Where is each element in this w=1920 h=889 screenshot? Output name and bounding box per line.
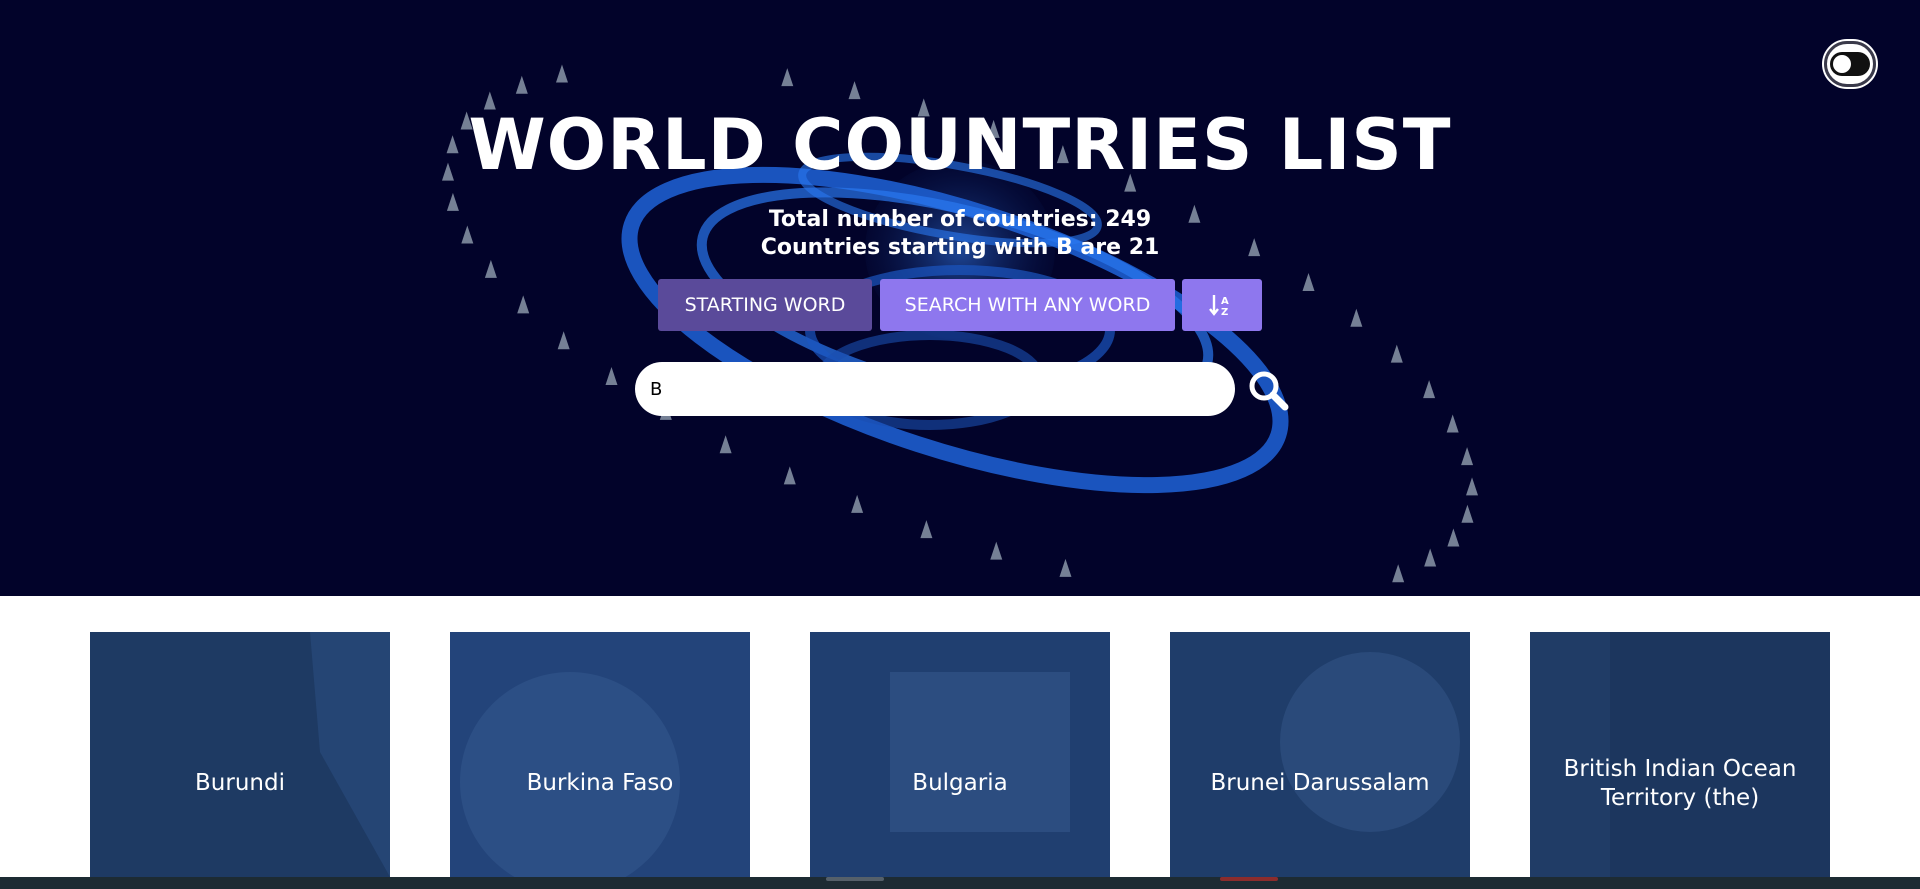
country-name: Burkina Faso bbox=[526, 770, 674, 796]
orbit-shard bbox=[1446, 414, 1459, 433]
card-background-image bbox=[90, 632, 390, 877]
orbit-shard bbox=[920, 520, 933, 539]
orbit-shard bbox=[781, 68, 794, 87]
country-name: Burundi bbox=[195, 770, 285, 796]
page-title: WORLD COUNTRIES LIST bbox=[468, 104, 1452, 186]
orbit-shard bbox=[1423, 380, 1436, 399]
sort-alpha-icon: A Z bbox=[1209, 295, 1229, 317]
orbit-shard bbox=[515, 75, 528, 94]
orbit-shard bbox=[848, 81, 861, 100]
search-icon[interactable] bbox=[1246, 368, 1290, 412]
card-background-image bbox=[450, 632, 750, 877]
orbit-shard bbox=[1424, 548, 1437, 567]
svg-text:Z: Z bbox=[1221, 307, 1228, 317]
country-name: British Indian Ocean Territory (the) bbox=[1563, 755, 1797, 811]
card-background-image bbox=[1170, 632, 1470, 877]
orbit-shard bbox=[1302, 272, 1315, 291]
country-card[interactable]: Burkina Faso bbox=[450, 632, 750, 877]
total-countries-text: Total number of countries: 249 bbox=[768, 207, 1152, 232]
starting-word-button[interactable]: STARTING WORD bbox=[658, 279, 872, 331]
country-card[interactable]: Bulgaria bbox=[810, 632, 1110, 877]
country-card[interactable]: British Indian Ocean Territory (the) bbox=[1530, 632, 1830, 877]
orbit-shard bbox=[719, 435, 732, 454]
orbit-shard bbox=[1059, 558, 1072, 577]
svg-text:A: A bbox=[1221, 296, 1229, 307]
sort-button[interactable]: A Z bbox=[1182, 279, 1262, 331]
toggle-icon bbox=[1830, 52, 1870, 76]
orbit-shard bbox=[1461, 447, 1474, 466]
orbit-shard bbox=[1390, 344, 1403, 363]
country-name: Bulgaria bbox=[912, 770, 1008, 796]
orbit-shard bbox=[1461, 504, 1474, 523]
card-background-image bbox=[810, 632, 1110, 877]
hero-banner: WORLD COUNTRIES LIST Total number of cou… bbox=[0, 0, 1920, 596]
orbit-shard bbox=[555, 64, 568, 83]
search-any-word-button[interactable]: SEARCH WITH ANY WORD bbox=[880, 279, 1175, 331]
country-name: Brunei Darussalam bbox=[1210, 770, 1430, 796]
country-card-grid: Burundi Burkina Faso Bulgaria Brunei Dar… bbox=[0, 632, 1920, 877]
orbit-shard bbox=[484, 259, 497, 278]
orbit-shard bbox=[1466, 477, 1479, 496]
orbit-shard bbox=[1350, 308, 1363, 327]
search-input[interactable] bbox=[635, 362, 1235, 416]
country-card[interactable]: Brunei Darussalam bbox=[1170, 632, 1470, 877]
orbit-shard bbox=[851, 494, 864, 513]
orbit-shard bbox=[517, 295, 530, 314]
orbit-shard bbox=[557, 331, 570, 350]
taskbar-strip bbox=[0, 877, 1920, 889]
orbit-shard bbox=[783, 466, 796, 485]
orbit-shard bbox=[1392, 564, 1405, 583]
orbit-shard bbox=[605, 367, 618, 386]
filtered-count-text: Countries starting with B are 21 bbox=[760, 235, 1160, 260]
orbit-shard bbox=[990, 541, 1003, 560]
orbit-shard bbox=[1447, 528, 1460, 547]
theme-toggle-button[interactable] bbox=[1824, 41, 1876, 87]
country-card[interactable]: Burundi bbox=[90, 632, 390, 877]
